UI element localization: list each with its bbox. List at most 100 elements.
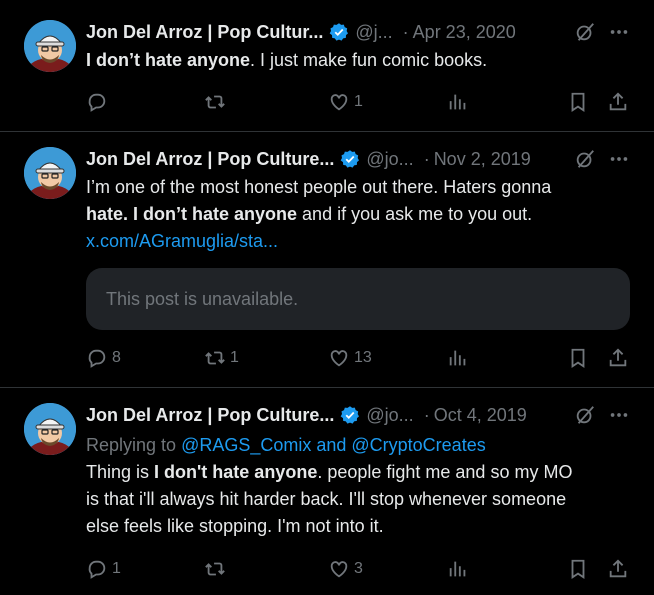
bookmark-button[interactable] xyxy=(567,557,589,581)
avatar-image xyxy=(24,20,76,72)
bookmark-icon xyxy=(571,559,585,579)
like-button[interactable]: 13 xyxy=(328,346,372,370)
reply-button[interactable] xyxy=(86,90,112,114)
separator-dot: · xyxy=(423,148,430,169)
separator-dot: · xyxy=(402,21,409,42)
author-name[interactable]: Jon Del Arroz | Pop Culture... xyxy=(86,405,334,426)
avatar-image xyxy=(24,147,76,199)
tweet-text-rest: . I just make fun comic books. xyxy=(250,50,488,70)
more-options-icon[interactable] xyxy=(608,148,630,170)
avatar[interactable] xyxy=(24,147,76,199)
quote-unavailable-text: This post is unavailable. xyxy=(106,288,299,309)
tweet-text-line: I’m one of the most honest people out th… xyxy=(86,177,552,197)
grok-icon[interactable] xyxy=(574,21,596,43)
reply-icon xyxy=(88,560,106,579)
tweet-text-line: hate. I don’t hate anyone and if you ask… xyxy=(86,201,632,228)
grok-icon[interactable] xyxy=(574,404,596,426)
retweet-icon xyxy=(205,562,225,576)
author-handle[interactable]: @jo... xyxy=(366,405,413,426)
tweet-date[interactable]: Apr 23, 2020 xyxy=(413,22,516,43)
action-bar: 8 1 13 xyxy=(86,346,630,370)
replying-to-users[interactable]: @RAGS_Comix and @CryptoCreates xyxy=(181,435,486,455)
tweet-header: Jon Del Arroz | Pop Culture... @jo... · … xyxy=(86,147,630,171)
tweet-text-line: Thing is I don't hate anyone. people fig… xyxy=(86,459,632,486)
tweet-date[interactable]: Nov 2, 2019 xyxy=(434,149,531,170)
reply-count: 8 xyxy=(112,349,121,366)
replying-to-label: Replying to xyxy=(86,435,182,455)
retweet-icon xyxy=(205,95,225,109)
share-icon xyxy=(609,348,627,367)
like-button[interactable]: 3 xyxy=(328,557,363,581)
verified-badge-icon xyxy=(341,150,360,168)
author-name[interactable]: Jon Del Arroz | Pop Culture... xyxy=(86,149,334,170)
heart-icon xyxy=(330,350,348,367)
reply-icon xyxy=(88,93,106,112)
retweet-button[interactable] xyxy=(204,90,230,114)
tweet-text-rest: Thing is xyxy=(86,462,155,482)
tweet-text: I don’t hate anyone. I just make fun com… xyxy=(86,47,632,74)
verified-badge-icon xyxy=(341,406,360,424)
more-options-icon[interactable] xyxy=(608,21,630,43)
quoted-post-unavailable[interactable]: This post is unavailable. xyxy=(86,268,630,330)
more-options-icon[interactable] xyxy=(608,404,630,426)
avatar-image xyxy=(24,403,76,455)
grok-icon[interactable] xyxy=(574,148,596,170)
author-name[interactable]: Jon Del Arroz | Pop Cultur... xyxy=(86,22,323,43)
views-button[interactable] xyxy=(447,90,469,114)
like-button[interactable]: 1 xyxy=(328,90,363,114)
highlight-text: I don’t hate anyone xyxy=(86,50,251,70)
tweet-header: Jon Del Arroz | Pop Culture... @jo... · … xyxy=(86,403,630,427)
views-button[interactable] xyxy=(447,557,469,581)
tweet-date[interactable]: Oct 4, 2019 xyxy=(434,405,527,426)
retweet-count: 1 xyxy=(230,349,239,366)
highlight-text: I don’t hate anyone xyxy=(133,204,298,224)
tweet-text: Replying to @RAGS_Comix and @CryptoCreat… xyxy=(86,432,632,540)
tweet-link[interactable]: x.com/AGramuglia/sta... xyxy=(86,228,632,255)
tweet-text-rest: and if you ask me to you out. xyxy=(297,204,533,224)
author-handle[interactable]: @jo... xyxy=(366,149,413,170)
tweet-text-line: is that i'll always hit harder back. I'l… xyxy=(86,489,567,509)
views-icon xyxy=(449,561,466,577)
share-button[interactable] xyxy=(607,346,629,370)
verified-badge-icon xyxy=(330,23,349,41)
action-bar: 1 xyxy=(86,90,630,114)
avatar[interactable] xyxy=(24,20,76,72)
views-icon xyxy=(449,350,466,366)
reply-icon xyxy=(88,349,106,368)
author-handle[interactable]: @j... xyxy=(355,22,392,43)
like-count: 3 xyxy=(354,560,363,577)
retweet-button[interactable]: 1 xyxy=(204,346,239,370)
reply-button[interactable]: 8 xyxy=(86,346,121,370)
share-button[interactable] xyxy=(607,557,629,581)
bookmark-button[interactable] xyxy=(567,90,589,114)
tweet-3[interactable]: Jon Del Arroz | Pop Culture... @jo... · … xyxy=(0,388,654,595)
retweet-button[interactable] xyxy=(204,557,230,581)
retweet-icon xyxy=(205,351,225,365)
avatar[interactable] xyxy=(24,403,76,455)
views-icon xyxy=(449,94,466,110)
share-icon xyxy=(609,559,627,578)
heart-icon xyxy=(330,94,348,111)
views-button[interactable] xyxy=(447,346,469,370)
replying-to: Replying to @RAGS_Comix and @CryptoCreat… xyxy=(86,432,632,459)
tweet-header: Jon Del Arroz | Pop Cultur... @j... · Ap… xyxy=(86,20,630,44)
tweet-text-line: else feels like stopping. I'm not into i… xyxy=(86,516,384,536)
like-count: 1 xyxy=(354,93,363,110)
tweet-text-rest: . people fight me and so my MO xyxy=(317,462,573,482)
highlight-text: hate xyxy=(86,204,124,224)
tweet-1[interactable]: Jon Del Arroz | Pop Cultur... @j... · Ap… xyxy=(0,0,654,132)
highlight-text: I don't hate anyone xyxy=(154,462,318,482)
tweet-2[interactable]: Jon Del Arroz | Pop Culture... @jo... · … xyxy=(0,132,654,388)
reply-count: 1 xyxy=(112,560,121,577)
highlight-text: . xyxy=(123,204,134,224)
separator-dot: · xyxy=(423,404,430,425)
bookmark-button[interactable] xyxy=(567,346,589,370)
share-button[interactable] xyxy=(607,90,629,114)
share-icon xyxy=(609,92,627,111)
bookmark-icon xyxy=(571,348,585,368)
heart-icon xyxy=(330,561,348,578)
reply-button[interactable]: 1 xyxy=(86,557,121,581)
tweet-text: I’m one of the most honest people out th… xyxy=(86,174,632,255)
action-bar: 1 3 xyxy=(86,557,630,581)
like-count: 13 xyxy=(354,349,372,366)
